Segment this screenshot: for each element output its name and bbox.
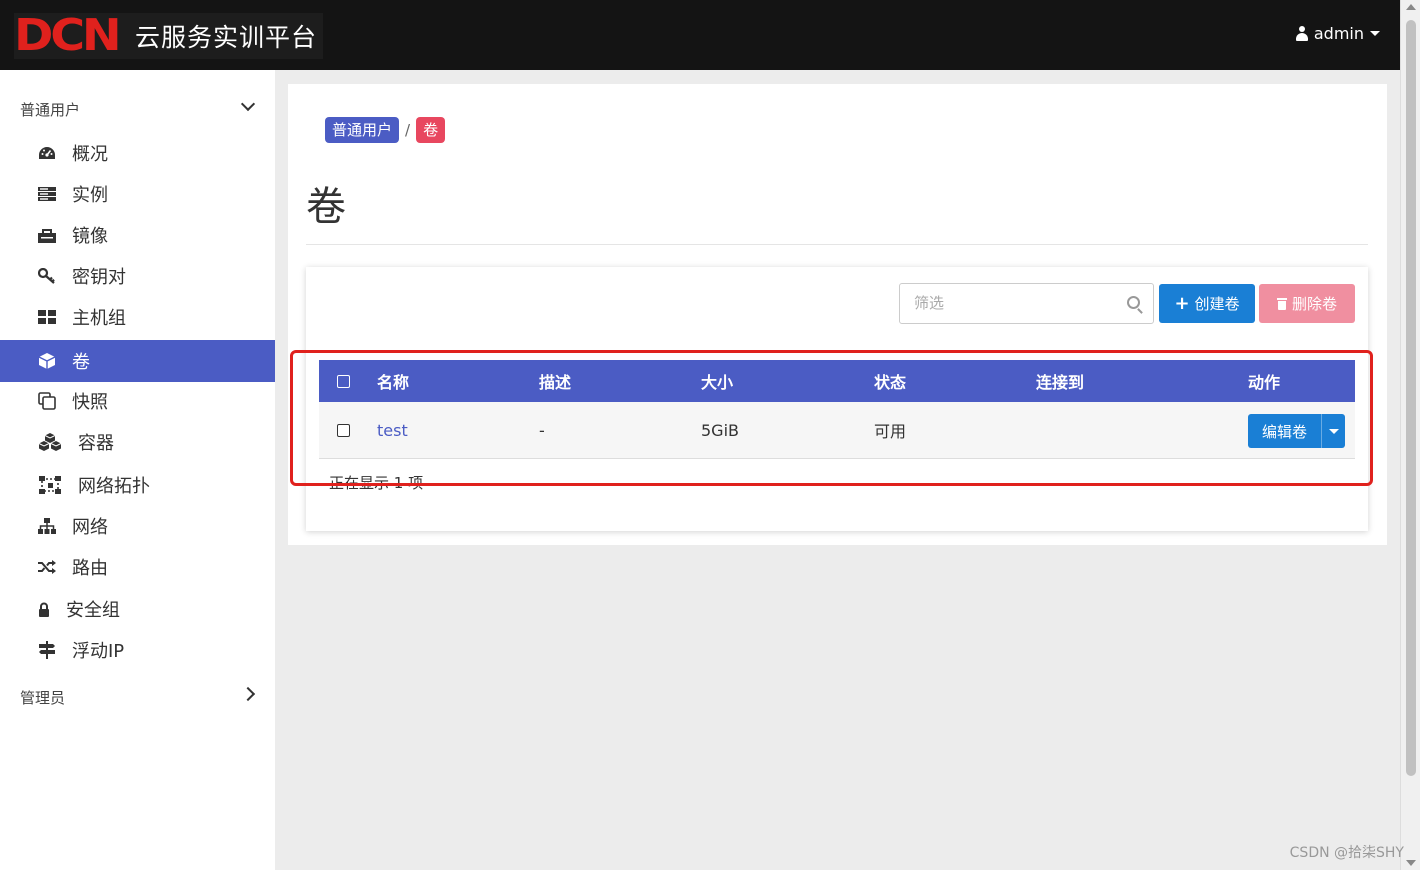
row-action-split-button: 编辑卷: [1248, 414, 1345, 448]
filter-field[interactable]: [899, 283, 1154, 324]
sidebar-item-containers[interactable]: 容器: [0, 421, 275, 463]
delete-volume-button[interactable]: 删除卷: [1259, 284, 1355, 323]
volume-status: 可用: [874, 422, 907, 441]
breadcrumb-item-user[interactable]: 普通用户: [325, 117, 400, 143]
plus-icon: +: [1174, 292, 1190, 314]
sitemap-icon: [38, 518, 56, 534]
action-dropdown-toggle[interactable]: [1321, 414, 1345, 448]
copy-icon: [38, 392, 56, 410]
chevron-down-icon: [240, 96, 256, 112]
select-all-checkbox[interactable]: [337, 374, 350, 388]
user-icon: [1295, 26, 1308, 41]
sidebar-item-host-groups[interactable]: 主机组: [0, 296, 275, 338]
column-header-actions: 动作: [1248, 373, 1281, 392]
page-title: 卷: [306, 184, 346, 230]
trash-icon: [1276, 297, 1287, 310]
window-scrollbar[interactable]: [1400, 0, 1420, 870]
sidebar-item-instances[interactable]: 实例: [0, 173, 275, 215]
dashboard-icon: [38, 145, 56, 161]
volume-size: 5GiB: [701, 420, 739, 440]
sidebar-item-security-groups[interactable]: 安全组: [0, 588, 275, 630]
sidebar-section-user[interactable]: 普通用户: [0, 89, 275, 129]
column-header-name[interactable]: 名称: [377, 360, 409, 402]
sidebar-item-snapshots[interactable]: 快照: [0, 380, 275, 422]
server-icon: [38, 186, 56, 202]
sidebar-item-label: 安全组: [66, 600, 120, 621]
sidebar-item-overview[interactable]: 概况: [0, 132, 275, 174]
topology-icon: [38, 476, 62, 494]
table-row: test - 5GiB 可用 编辑卷: [319, 402, 1355, 459]
random-icon: [38, 559, 56, 575]
sidebar-item-label: 快照: [72, 392, 108, 413]
column-header-description[interactable]: 描述: [539, 360, 571, 402]
lock-icon: [38, 601, 50, 617]
sidebar-section-label: 管理员: [20, 688, 66, 707]
sidebar-item-label: 网络: [72, 517, 108, 538]
key-icon: [38, 268, 56, 284]
watermark: CSDN @拾柒SHY: [1289, 845, 1404, 861]
username: admin: [1313, 24, 1364, 43]
grid-icon: [38, 309, 56, 325]
delete-volume-label: 删除卷: [1291, 295, 1337, 313]
caret-down-icon: [1370, 31, 1380, 36]
sidebar-item-keypairs[interactable]: 密钥对: [0, 255, 275, 297]
sidebar-item-label: 密钥对: [72, 267, 126, 288]
divider: [306, 244, 1368, 245]
sidebar-item-label: 浮动IP: [72, 641, 125, 662]
breadcrumb-item-volumes[interactable]: 卷: [416, 117, 446, 143]
user-menu[interactable]: admin: [1295, 24, 1380, 43]
image-icon: [38, 227, 56, 243]
sidebar: 普通用户 概况 实例 镜像 密钥对 主机组 卷 快照 容器 网络拓扑 网络 路由…: [0, 70, 275, 870]
sidebar-item-label: 概况: [72, 144, 108, 165]
column-header-status[interactable]: 状态: [874, 360, 906, 402]
chevron-right-icon: [240, 686, 256, 702]
sidebar-item-label: 网络拓扑: [78, 476, 150, 497]
row-checkbox[interactable]: [337, 423, 350, 437]
breadcrumb: 普通用户 / 卷: [325, 117, 446, 143]
sidebar-item-label: 主机组: [72, 308, 126, 329]
volumes-table: 名称 描述 大小 状态 连接到 动作 test - 5GiB 可用 编辑卷: [319, 360, 1355, 459]
filter-input[interactable]: [900, 284, 1110, 322]
volume-description: -: [539, 420, 545, 440]
brand-logo: DCN: [14, 10, 122, 61]
brand-title: 云服务实训平台: [135, 23, 318, 52]
cubes-icon: [38, 433, 62, 451]
brand[interactable]: DCN 云服务实训平台: [14, 10, 324, 61]
main-panel: 普通用户 / 卷 卷 + 创建卷 删除卷 名称 描述 大小 状态 连接到 动作: [288, 84, 1387, 545]
sidebar-section-admin[interactable]: 管理员: [0, 677, 275, 717]
breadcrumb-separator: /: [405, 121, 411, 139]
sidebar-item-networks[interactable]: 网络: [0, 505, 275, 547]
create-volume-label: 创建卷: [1194, 295, 1240, 313]
scroll-down-arrow-icon[interactable]: [1406, 860, 1416, 866]
sidebar-item-label: 卷: [72, 352, 90, 373]
create-volume-button[interactable]: + 创建卷: [1159, 284, 1255, 323]
table-header: 名称 描述 大小 状态 连接到 动作: [319, 360, 1355, 402]
sidebar-item-label: 镜像: [72, 226, 108, 247]
search-icon[interactable]: [1127, 296, 1140, 309]
sidebar-item-routers[interactable]: 路由: [0, 546, 275, 588]
sidebar-item-volumes[interactable]: 卷: [0, 340, 275, 382]
edit-volume-button[interactable]: 编辑卷: [1248, 414, 1321, 448]
scroll-thumb[interactable]: [1406, 20, 1416, 776]
sidebar-item-label: 实例: [72, 185, 108, 206]
signpost-icon: [38, 641, 56, 659]
column-header-size[interactable]: 大小: [701, 360, 733, 402]
sidebar-item-floating-ips[interactable]: 浮动IP: [0, 629, 275, 671]
column-header-attached-to[interactable]: 连接到: [1036, 360, 1084, 402]
sidebar-section-label: 普通用户: [20, 100, 81, 119]
cube-icon: [38, 353, 56, 369]
sidebar-item-label: 容器: [78, 433, 114, 454]
volumes-card: + 创建卷 删除卷 名称 描述 大小 状态 连接到 动作 test - 5GiB: [306, 267, 1368, 531]
scroll-up-arrow-icon[interactable]: [1406, 4, 1416, 10]
sidebar-item-network-topology[interactable]: 网络拓扑: [0, 464, 275, 506]
sidebar-item-images[interactable]: 镜像: [0, 214, 275, 256]
table-footer-count: 正在显示 1 项: [329, 474, 424, 492]
top-navbar: DCN 云服务实训平台 admin: [0, 0, 1400, 70]
sidebar-item-label: 路由: [72, 558, 108, 579]
volume-name-link[interactable]: test: [377, 402, 408, 458]
caret-down-icon: [1328, 428, 1339, 434]
